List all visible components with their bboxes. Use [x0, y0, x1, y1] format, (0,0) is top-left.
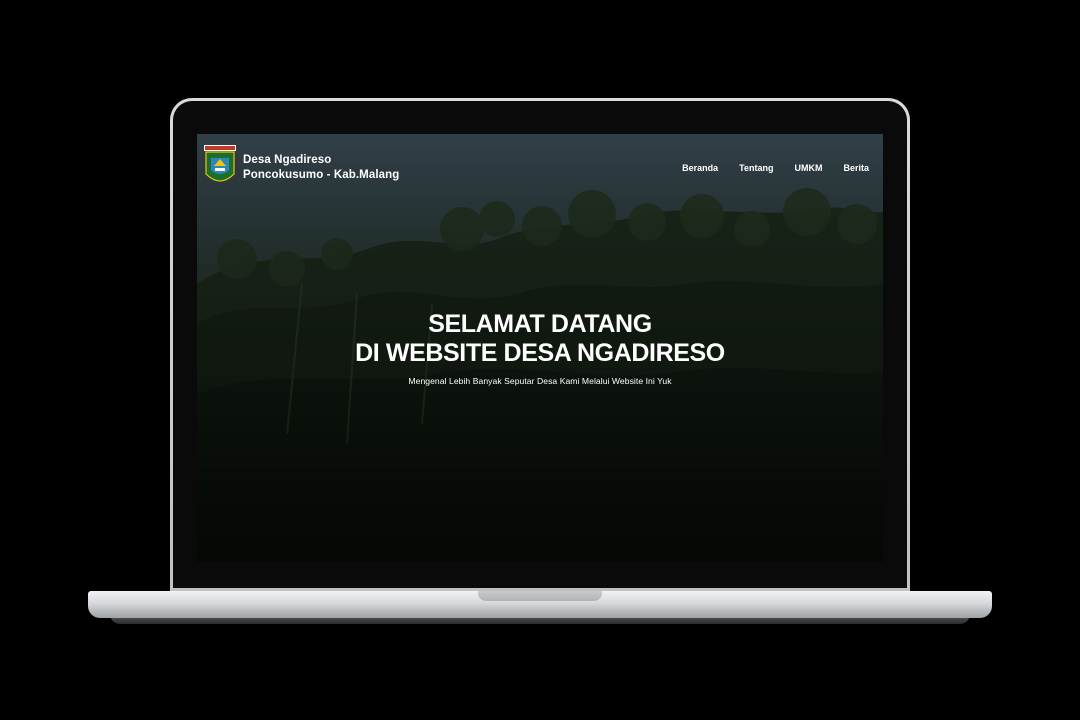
hero-title-line-2: DI WEBSITE DESA NGADIRESO [355, 339, 725, 367]
site-name: Desa Ngadireso [243, 154, 332, 166]
hero-subtitle: Mengenal Lebih Banyak Seputar Desa Kami … [408, 376, 672, 386]
nav-link-tentang[interactable]: Tentang [739, 163, 773, 173]
site-header: Desa Ngadireso Poncokusumo - Kab.Malang … [197, 134, 883, 204]
site-location: Poncokusumo - Kab.Malang [243, 169, 400, 181]
brand[interactable]: Desa Ngadireso Poncokusumo - Kab.Malang [203, 144, 399, 188]
main-navigation: Beranda Tentang UMKM Berita [682, 144, 869, 173]
hero-title-line-1: SELAMAT DATANG [428, 310, 652, 338]
website-screen: Desa Ngadireso Poncokusumo - Kab.Malang … [197, 134, 883, 562]
nav-link-umkm[interactable]: UMKM [794, 163, 822, 173]
kabupaten-malang-emblem-icon [204, 145, 236, 182]
laptop-opening-notch [478, 591, 602, 601]
mockup-stage: Desa Ngadireso Poncokusumo - Kab.Malang … [0, 0, 1080, 720]
nav-link-berita[interactable]: Berita [843, 163, 869, 173]
nav-link-beranda[interactable]: Beranda [682, 163, 718, 173]
hero-section: SELAMAT DATANG DI WEBSITE DESA NGADIRESO… [197, 310, 883, 386]
hero-title: SELAMAT DATANG DI WEBSITE DESA NGADIRESO [197, 310, 883, 368]
